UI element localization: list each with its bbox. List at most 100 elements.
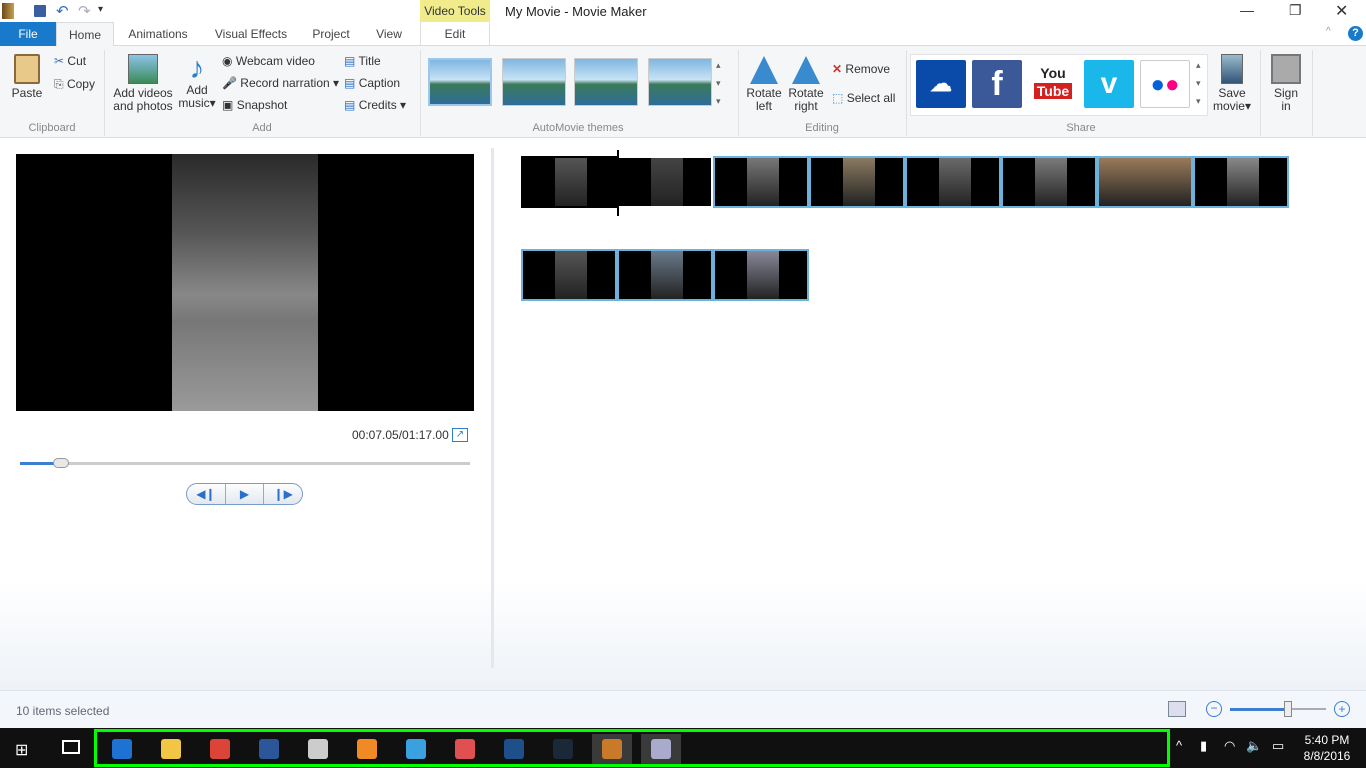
tab-file[interactable]: File xyxy=(0,22,56,46)
title-bar: ↶ ↷ ▾ Video Tools My Movie - Movie Maker… xyxy=(0,0,1366,22)
storyboard-clip[interactable] xyxy=(905,156,1001,208)
window-title: My Movie - Movie Maker xyxy=(505,4,647,19)
minimize-button[interactable]: — xyxy=(1240,2,1254,18)
clip-thumbnail xyxy=(747,158,779,206)
taskbar-file-explorer-icon[interactable] xyxy=(151,734,191,764)
webcam-video-button[interactable]: ◉ Webcam video xyxy=(222,54,315,68)
app-icon xyxy=(2,3,14,19)
media-player-icon xyxy=(357,739,377,759)
microphone-icon: 🎤 xyxy=(222,76,237,90)
webcam-icon: ◉ xyxy=(222,54,233,68)
cut-button[interactable]: ✂ Cut xyxy=(54,54,86,68)
taskbar-snipping-tool-icon[interactable] xyxy=(445,734,485,764)
volume-icon[interactable]: 🔈 xyxy=(1246,738,1262,754)
storyboard-clip[interactable] xyxy=(1193,156,1289,208)
start-button[interactable]: ⊞ xyxy=(15,740,28,760)
status-bar: 10 items selected − + xyxy=(0,690,1366,728)
wifi-icon[interactable]: ◠ xyxy=(1224,738,1235,754)
taskbar-chrome-icon[interactable] xyxy=(200,734,240,764)
redo-icon[interactable]: ↷ xyxy=(78,2,91,20)
storyboard-clip[interactable] xyxy=(617,249,713,301)
taskbar: ⊞ ^ ▮ ◠ 🔈 ▭ 5:40 PM 8/8/2016 xyxy=(0,728,1366,768)
zoom-in-button[interactable]: + xyxy=(1334,701,1350,717)
taskbar-edge-icon[interactable] xyxy=(102,734,142,764)
thumbnail-size-icon[interactable] xyxy=(1168,701,1186,717)
storyboard-clip[interactable] xyxy=(1097,156,1193,208)
playhead[interactable] xyxy=(617,150,619,216)
close-button[interactable]: ✕ xyxy=(1335,1,1348,21)
show-hidden-icons[interactable]: ^ xyxy=(1176,738,1182,753)
snipping-tool-icon xyxy=(455,739,475,759)
video-tools-label: Video Tools xyxy=(420,0,490,22)
storyboard-clip[interactable] xyxy=(809,156,905,208)
copy-button[interactable]: ⎘ Copy xyxy=(54,77,95,92)
taskbar-app-wolf-icon[interactable] xyxy=(298,734,338,764)
scissors-icon: ✂ xyxy=(54,54,65,68)
tab-visual-effects[interactable]: Visual Effects xyxy=(206,22,296,46)
taskbar-media-player-icon[interactable] xyxy=(347,734,387,764)
paste-button[interactable]: Paste xyxy=(8,54,46,100)
paste-icon xyxy=(14,54,40,84)
themes-scroll[interactable]: ▴ ▾ ▾ xyxy=(716,56,721,110)
theme-thumbnail[interactable] xyxy=(502,58,566,106)
taskbar-word-icon[interactable] xyxy=(249,734,289,764)
snapshot-button[interactable]: ▣ Snapshot xyxy=(222,98,287,112)
tab-animations[interactable]: Animations xyxy=(120,22,196,46)
theme-thumbnail[interactable] xyxy=(428,58,492,106)
taskbar-steam-icon[interactable] xyxy=(543,734,583,764)
vimeo-share-button[interactable]: v xyxy=(1084,60,1134,108)
onedrive-share-button[interactable]: ☁ xyxy=(916,60,966,108)
sign-in-button[interactable]: Sign in xyxy=(1266,54,1306,113)
taskbar-control-panel-icon[interactable] xyxy=(396,734,436,764)
tab-home[interactable]: Home xyxy=(56,22,114,47)
facebook-share-button[interactable]: f xyxy=(972,60,1022,108)
storyboard-clip[interactable] xyxy=(521,156,617,208)
rotate-right-button[interactable]: Rotate right xyxy=(786,56,826,113)
credits-button[interactable]: ▤ Credits ▾ xyxy=(344,98,406,112)
title-button[interactable]: ▤ Title xyxy=(344,54,381,68)
help-icon[interactable]: ? xyxy=(1348,26,1363,41)
tab-view[interactable]: View xyxy=(366,22,412,46)
flickr-share-button[interactable]: ●● xyxy=(1140,60,1190,108)
record-narration-button[interactable]: 🎤 Record narration ▾ xyxy=(222,76,339,90)
tab-edit[interactable]: Edit xyxy=(420,22,490,46)
storyboard-clip[interactable] xyxy=(617,156,713,208)
battery-icon[interactable]: ▮ xyxy=(1200,738,1207,754)
undo-icon[interactable]: ↶ xyxy=(56,2,69,20)
storyboard-clip[interactable] xyxy=(713,249,809,301)
theme-thumbnail[interactable] xyxy=(574,58,638,106)
zoom-out-button[interactable]: − xyxy=(1206,701,1222,717)
storyboard-clip[interactable] xyxy=(521,249,617,301)
clip-thumbnail xyxy=(747,251,779,299)
youtube-share-button[interactable]: You Tube xyxy=(1028,60,1078,108)
taskbar-movie-maker-icon[interactable] xyxy=(592,734,632,764)
select-all-button[interactable]: ⬚ Select all xyxy=(832,91,895,105)
tab-project[interactable]: Project xyxy=(305,22,357,46)
task-view-button[interactable] xyxy=(62,740,80,754)
zoom-slider-thumb[interactable] xyxy=(1283,701,1292,717)
group-label-share: Share xyxy=(1066,122,1096,134)
clock[interactable]: 5:40 PM 8/8/2016 xyxy=(1298,732,1356,764)
taskbar-visual-studio-icon[interactable] xyxy=(494,734,534,764)
group-label-editing: Editing xyxy=(805,122,839,134)
customize-qat-icon[interactable]: ▾ xyxy=(98,4,103,15)
share-scroll[interactable]: ▴ ▾ ▾ xyxy=(1196,56,1201,110)
action-center-icon[interactable]: ▭ xyxy=(1272,738,1284,754)
taskbar-screen-recorder-icon[interactable] xyxy=(641,734,681,764)
main-area: 00:07.05/01:17.00 ↗ ◀❙ ▶ ❙▶ xyxy=(0,138,1366,690)
movie-maker-icon xyxy=(602,739,622,759)
add-videos-photos-button[interactable]: Add videos and photos xyxy=(110,54,176,113)
caption-button[interactable]: ▤ Caption xyxy=(344,76,400,90)
save-movie-button[interactable]: Save movie▾ xyxy=(1210,54,1254,113)
zoom-slider[interactable] xyxy=(1230,701,1326,717)
storyboard-clip[interactable] xyxy=(1001,156,1097,208)
clip-thumbnail xyxy=(1035,158,1067,206)
storyboard-clip[interactable] xyxy=(713,156,809,208)
save-icon[interactable] xyxy=(34,5,46,17)
theme-thumbnail[interactable] xyxy=(648,58,712,106)
remove-button[interactable]: ✕ Remove xyxy=(832,62,890,76)
add-music-button[interactable]: ♪ Add music▾ xyxy=(176,54,218,110)
restore-button[interactable]: ❐ xyxy=(1289,2,1302,19)
collapse-ribbon-icon[interactable]: ^ xyxy=(1326,26,1331,37)
rotate-left-button[interactable]: Rotate left xyxy=(744,56,784,113)
